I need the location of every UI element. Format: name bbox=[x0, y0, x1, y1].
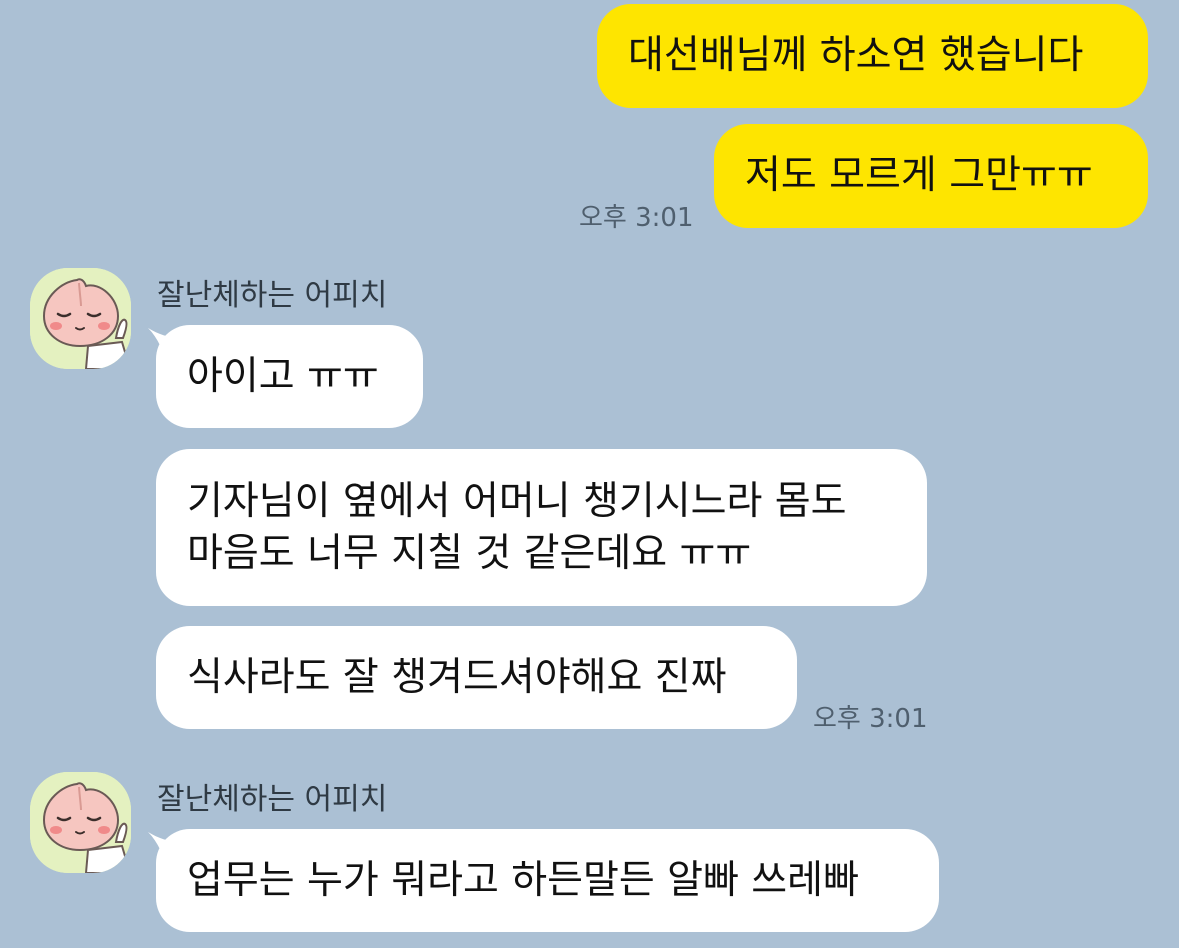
message-timestamp: 오후 3:01 bbox=[813, 704, 928, 734]
message-text: 식사라도 잘 챙겨드셔야해요 진짜 bbox=[187, 654, 727, 700]
message-text: 대선배님께 하소연 했습니다 bbox=[628, 33, 1084, 78]
incoming-message-bubble[interactable]: 아이고 ㅠㅠ bbox=[156, 325, 423, 428]
my-message-bubble[interactable]: 대선배님께 하소연 했습니다 bbox=[597, 4, 1148, 108]
chat-room[interactable]: 대선배님께 하소연 했습니다 저도 모르게 그만ㅠㅠ 오후 3:01 잘난체하는… bbox=[0, 0, 1179, 948]
message-text: 저도 모르게 그만ㅠㅠ bbox=[745, 153, 1093, 198]
apeach-avatar-icon bbox=[30, 268, 131, 369]
incoming-message-bubble[interactable]: 식사라도 잘 챙겨드셔야해요 진짜 bbox=[156, 626, 797, 729]
sender-name[interactable]: 잘난체하는 어피치 bbox=[157, 270, 387, 314]
message-text: 업무는 누가 뭐라고 하든말든 알빠 쓰레빠 bbox=[187, 857, 859, 903]
apeach-avatar-icon[interactable] bbox=[30, 268, 131, 369]
my-message-bubble[interactable]: 저도 모르게 그만ㅠㅠ bbox=[714, 124, 1148, 228]
incoming-message-bubble[interactable]: 업무는 누가 뭐라고 하든말든 알빠 쓰레빠 bbox=[156, 829, 939, 932]
message-text-line: 마음도 너무 지칠 것 같은데요 ㅠㅠ bbox=[187, 530, 752, 576]
incoming-message-bubble[interactable]: 기자님이 옆에서 어머니 챙기시느라 몸도 마음도 너무 지칠 것 같은데요 ㅠ… bbox=[156, 449, 927, 606]
apeach-avatar-icon[interactable] bbox=[30, 772, 131, 873]
apeach-avatar-icon bbox=[30, 772, 131, 873]
sender-name[interactable]: 잘난체하는 어피치 bbox=[157, 774, 387, 818]
message-text: 아이고 ㅠㅠ bbox=[187, 353, 379, 399]
message-timestamp: 오후 3:01 bbox=[579, 203, 694, 233]
message-text-line: 기자님이 옆에서 어머니 챙기시느라 몸도 bbox=[187, 478, 847, 524]
